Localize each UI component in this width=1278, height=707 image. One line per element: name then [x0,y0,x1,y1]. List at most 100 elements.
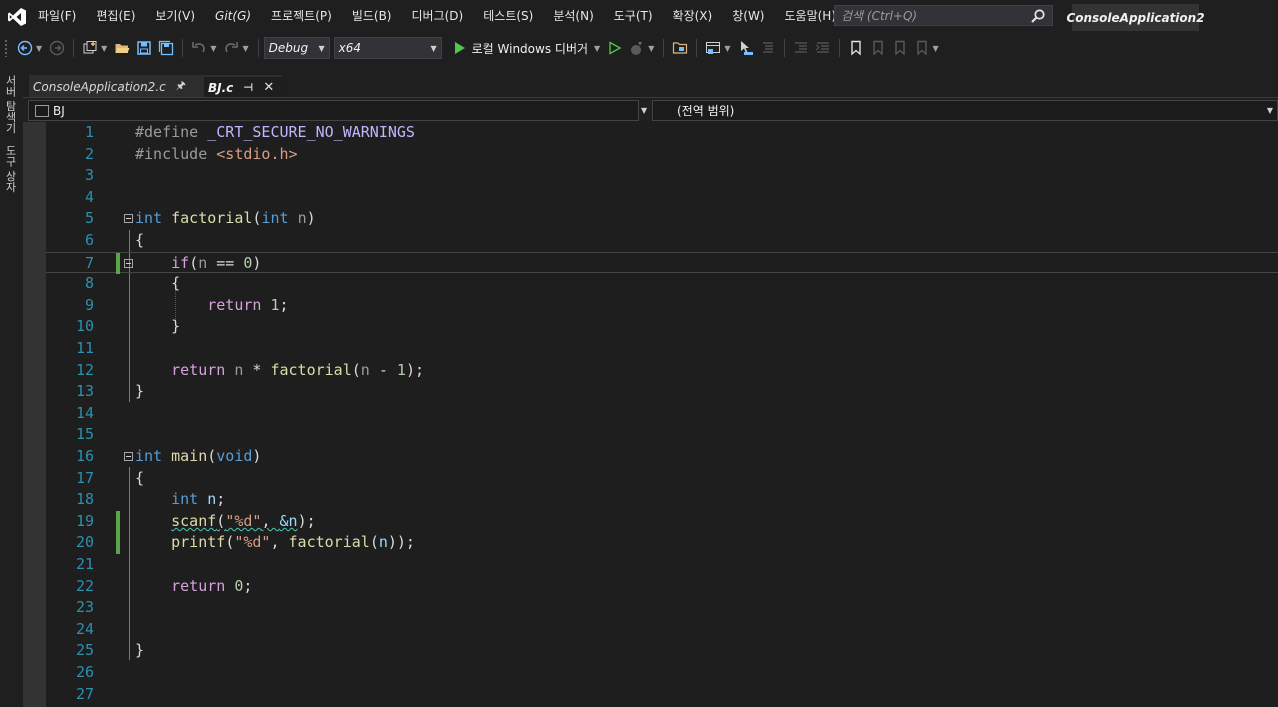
token: , [261,511,280,530]
code-line: 20 printf("%d", factorial(n)); [46,532,1278,554]
chevron-down-icon: ▼ [318,43,325,53]
menu-test[interactable]: 테스트(S) [473,0,543,33]
chevron-down-icon[interactable]: ▼ [210,44,216,53]
pin-icon[interactable]: 🖈 [176,77,186,96]
project-scope-dropdown[interactable]: BJ [28,100,639,121]
toolbar-grip[interactable] [4,39,8,57]
bookmark-icon[interactable] [848,40,864,56]
select-cursor-icon[interactable] [738,40,754,56]
chevron-down-icon[interactable]: ▼ [101,44,107,53]
token: ); [297,511,316,530]
start-debugging-button[interactable]: 로컬 Windows 디버거 ▼ [454,40,605,57]
server-explorer-tab[interactable]: 서버 탐색기 [2,75,18,134]
token: int [135,209,163,228]
clear-bookmarks-icon[interactable] [914,40,930,56]
solution-name-badge[interactable]: ConsoleApplication2 [1066,4,1205,31]
configuration-select[interactable]: Debug ▼ [263,37,330,59]
chevron-down-icon[interactable]: ▼ [724,44,730,53]
undo-icon[interactable] [191,40,207,56]
menu-view[interactable]: 보기(V) [145,0,205,33]
chevron-down-icon[interactable]: ▼ [641,100,649,121]
menu-git[interactable]: Git(G) [205,0,261,33]
collapse-icon[interactable] [124,214,133,224]
start-without-debugging-icon[interactable] [607,40,623,56]
code-line: 2 #include <stdio.h> [46,144,1278,166]
line-number: 10 [75,317,94,336]
line-number: 23 [75,598,94,617]
menu-tools[interactable]: 도구(T) [604,0,663,33]
token: ; [216,490,226,509]
open-folder-icon[interactable] [114,40,130,56]
pin-icon[interactable]: ⊣ [243,81,253,94]
navigation-bar: BJ ▼ (전역 범위) ▼ [23,98,1278,122]
menu-window[interactable]: 창(W) [722,0,774,33]
back-navigate-icon[interactable] [17,40,33,56]
token: int [261,209,289,228]
line-number: 5 [84,209,94,228]
platform-select[interactable]: x64 ▼ [333,37,442,59]
menu-edit[interactable]: 편집(E) [86,0,145,33]
token: == [207,253,244,272]
chevron-down-icon[interactable]: ▼ [242,44,248,53]
line-number: 4 [84,187,94,206]
configuration-value: Debug [268,41,309,55]
collapse-icon[interactable] [124,258,133,268]
token: n [207,490,217,509]
visual-studio-logo-icon[interactable] [2,0,32,33]
member-scope-dropdown[interactable]: (전역 범위) ▼ [652,100,1278,121]
chevron-down-icon[interactable]: ▼ [648,44,654,53]
search-input[interactable]: 검색 (Ctrl+Q) [834,5,1053,26]
menu-file[interactable]: 파일(F) [32,0,86,33]
close-icon[interactable]: ✕ [263,80,274,95]
code-line: 6 { [46,230,1278,252]
menu-project[interactable]: 프로젝트(P) [261,0,342,33]
code-line: 19 scanf("%d", &n); [46,510,1278,533]
menu-analyze[interactable]: 분석(N) [543,0,603,33]
toolbar-separator [663,39,665,57]
code-editor[interactable]: 1 #define _CRT_SECURE_NO_WARNINGS 2 #inc… [23,122,1278,707]
previous-bookmark-icon[interactable] [870,40,886,56]
tab-bj[interactable]: BJ.c ⊣ ✕ [204,75,282,98]
save-icon[interactable] [136,40,152,56]
chevron-down-icon[interactable]: ▼ [933,44,939,53]
solution-explorer-icon[interactable] [672,40,688,56]
token: _CRT_SECURE_NO_WARNINGS [207,123,415,141]
line-number: 6 [84,231,94,249]
token: factorial [171,209,253,228]
toolbox-tab[interactable]: 도구 상자 [2,145,18,193]
code-line: 26 [46,662,1278,684]
save-all-icon[interactable] [158,40,174,56]
outdent-icon[interactable] [793,40,809,56]
hot-reload-icon[interactable] [629,40,645,56]
token: if [171,253,190,272]
project-icon [35,104,49,117]
play-icon [454,42,465,54]
comment-icon[interactable] [760,40,776,56]
token: - [369,360,397,379]
toolbar-separator [257,39,259,57]
tab-label: BJ.c [208,80,234,95]
token: ) [252,447,262,465]
collapse-icon[interactable] [124,452,133,461]
chevron-down-icon[interactable]: ▼ [594,44,600,53]
line-number: 16 [75,447,94,465]
forward-navigate-icon[interactable] [49,40,65,56]
next-bookmark-icon[interactable] [892,40,908,56]
line-number: 2 [84,144,94,163]
window-layout-icon[interactable] [705,40,721,56]
menu-build[interactable]: 빌드(B) [342,0,402,33]
redo-icon[interactable] [223,40,239,56]
tab-consoleapplication2[interactable]: ConsoleApplication2.c 🖈 [29,75,204,98]
menu-extensions[interactable]: 확장(X) [663,0,723,33]
token: ( [225,533,235,552]
token: ( [351,360,361,379]
indent-icon[interactable] [815,40,831,56]
chevron-down-icon[interactable]: ▼ [36,44,42,53]
token: )); [387,533,415,552]
new-project-icon[interactable] [82,40,98,56]
menu-debug[interactable]: 디버그(D) [402,0,474,33]
